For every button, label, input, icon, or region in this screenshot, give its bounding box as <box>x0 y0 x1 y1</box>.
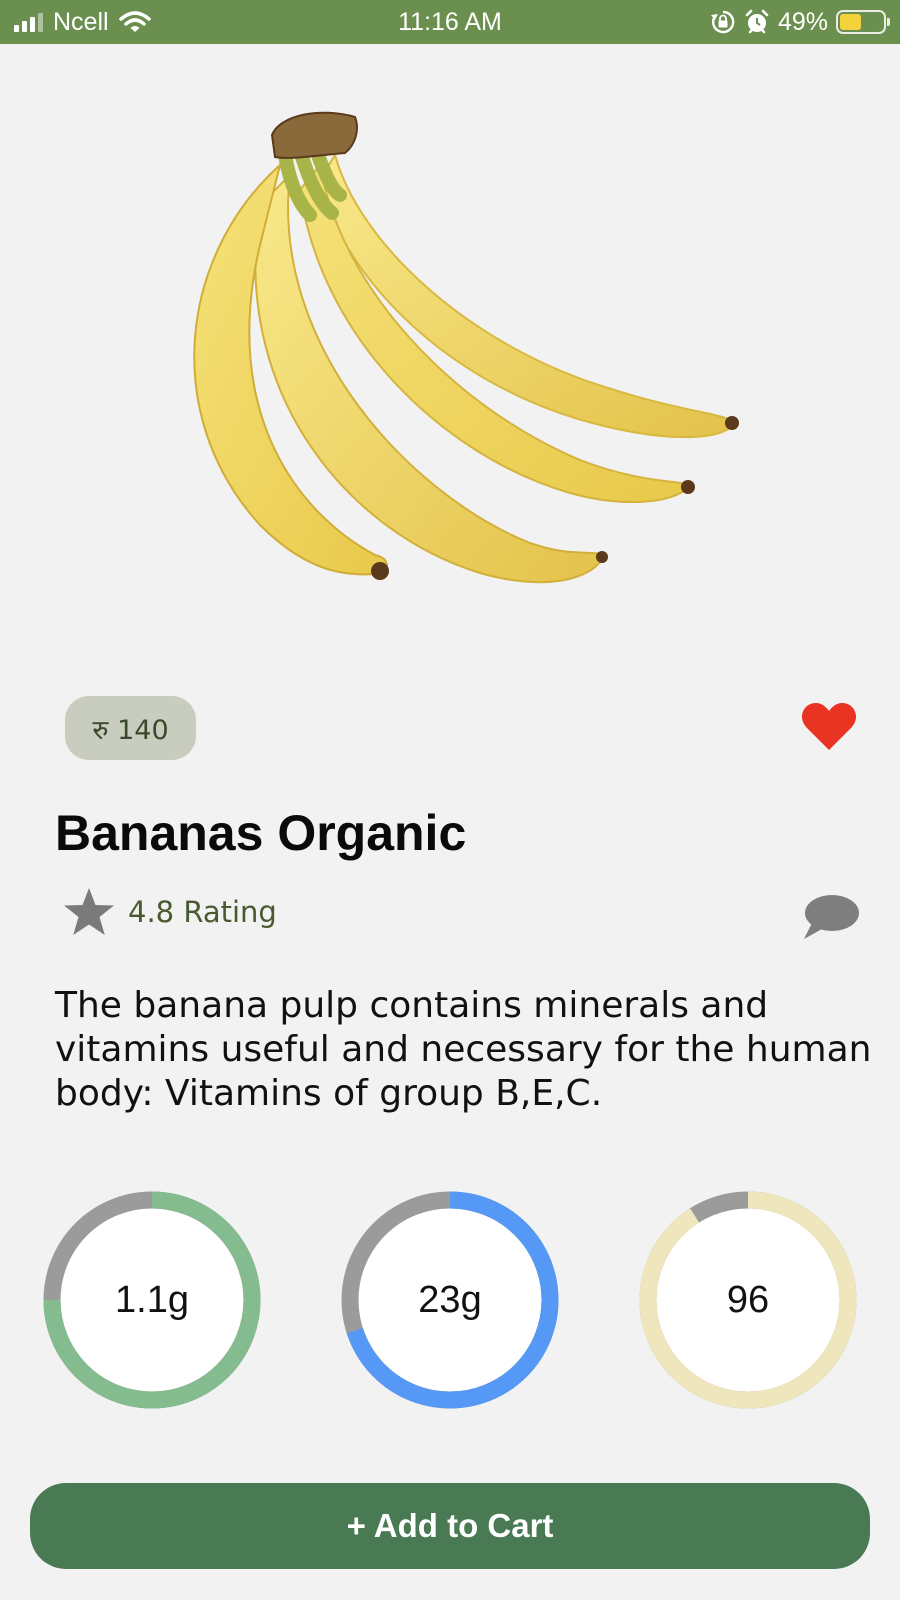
nutrient-ring: 1.1g <box>42 1190 262 1410</box>
product-description: The banana pulp contains minerals and vi… <box>55 985 872 1114</box>
nutrient-value: 23g <box>418 1278 482 1321</box>
price-tag: रु 140 <box>65 696 196 760</box>
nutrient-ring: 96 <box>638 1190 858 1410</box>
rating-text: 4.8 Rating <box>128 895 277 929</box>
orientation-lock-icon <box>710 10 735 34</box>
battery-percent: 49% <box>777 7 828 36</box>
nutrient-value: 1.1g <box>115 1278 189 1321</box>
battery-icon <box>836 10 890 34</box>
nutrient-ring: 23g <box>340 1190 560 1410</box>
alarm-icon <box>745 9 769 34</box>
speech-bubble-icon[interactable] <box>800 893 860 943</box>
star-icon <box>64 888 114 935</box>
nutrient-value: 96 <box>726 1278 770 1321</box>
add-to-cart-button[interactable]: + Add to Cart <box>30 1483 870 1569</box>
banana-bunch-image <box>193 111 739 584</box>
status-bar: Ncell 11:16 AM 49% <box>0 0 900 44</box>
product-title: Bananas Organic <box>55 805 467 861</box>
heart-icon[interactable] <box>800 700 858 752</box>
rating-row: 4.8 Rating <box>62 886 277 938</box>
